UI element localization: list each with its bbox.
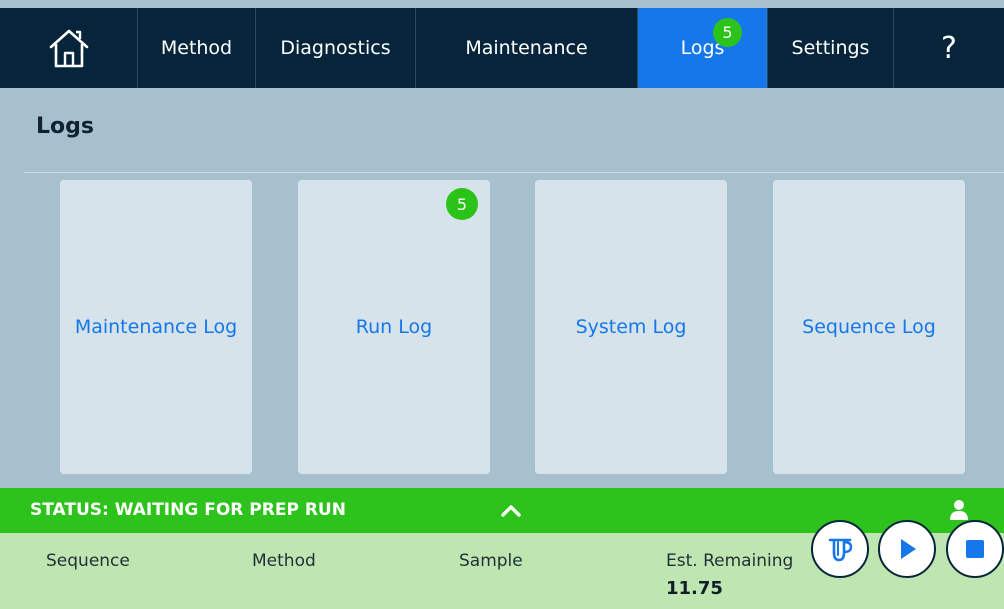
sequence-log-label: Sequence Log xyxy=(802,316,936,338)
system-log-label: System Log xyxy=(575,316,687,338)
user-icon[interactable] xyxy=(949,499,969,521)
nav-home-button[interactable] xyxy=(0,8,138,88)
maintenance-log-label: Maintenance Log xyxy=(74,316,238,338)
home-icon xyxy=(49,29,88,68)
page-title: Logs xyxy=(36,114,94,139)
chevron-up-icon[interactable] xyxy=(500,501,522,519)
stop-icon xyxy=(966,540,984,558)
nav-logs-badge: 5 xyxy=(713,18,742,47)
prep-run-button[interactable] xyxy=(811,520,869,578)
nav-tab-settings[interactable]: Settings xyxy=(768,8,894,88)
app-window: Method Diagnostics Maintenance Logs 5 Se… xyxy=(0,0,1004,609)
method-label: Method xyxy=(252,551,316,571)
run-log-label: Run Log xyxy=(355,316,433,338)
est-remaining-label: Est. Remaining xyxy=(666,551,794,571)
nav-tab-maintenance[interactable]: Maintenance xyxy=(416,8,638,88)
run-log-badge: 5 xyxy=(446,188,478,220)
nav-tab-diagnostics[interactable]: Diagnostics xyxy=(256,8,416,88)
sequence-label: Sequence xyxy=(46,551,130,571)
nav-tab-logs[interactable]: Logs 5 xyxy=(638,8,768,88)
play-button[interactable] xyxy=(878,520,936,578)
est-remaining-value: 11.75 xyxy=(666,578,723,599)
nav-tab-method[interactable]: Method xyxy=(138,8,256,88)
system-log-tile[interactable]: System Log xyxy=(535,180,727,474)
title-divider xyxy=(24,172,1004,173)
help-button[interactable]: ? xyxy=(894,8,1004,88)
sample-label: Sample xyxy=(459,551,523,571)
status-text: STATUS: WAITING FOR PREP RUN xyxy=(30,500,346,520)
help-icon: ? xyxy=(941,30,957,66)
run-log-tile[interactable]: Run Log 5 xyxy=(298,180,490,474)
nav-tab-maintenance-label: Maintenance xyxy=(465,37,588,59)
stop-button[interactable] xyxy=(946,520,1004,578)
maintenance-log-tile[interactable]: Maintenance Log xyxy=(60,180,252,474)
nav-tab-settings-label: Settings xyxy=(791,37,870,59)
nav-tab-diagnostics-label: Diagnostics xyxy=(280,37,391,59)
nav-tab-method-label: Method xyxy=(160,37,233,59)
play-icon xyxy=(901,539,916,559)
sample-tube-icon xyxy=(828,538,853,562)
sequence-log-tile[interactable]: Sequence Log xyxy=(773,180,965,474)
top-nav-bar: Method Diagnostics Maintenance Logs 5 Se… xyxy=(0,8,1004,88)
